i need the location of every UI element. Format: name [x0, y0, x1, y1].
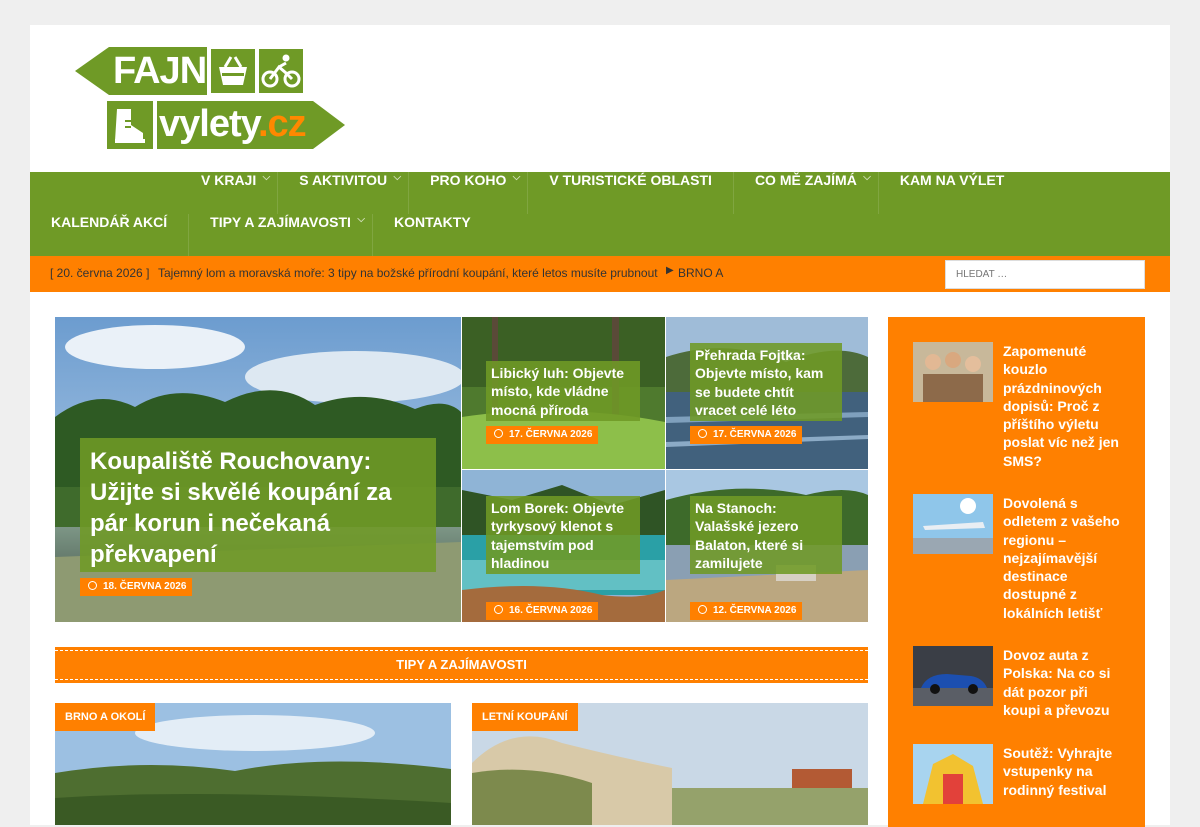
- nav-item-kam-na-vylet[interactable]: KAM NA VÝLET: [879, 172, 1025, 214]
- nav-item-co-me-zajima[interactable]: CO MĚ ZAJÍMÁ ⌵: [734, 172, 879, 214]
- clock-icon: [494, 429, 503, 438]
- nav-label: KALENDÁŘ AKCÍ: [51, 214, 168, 230]
- section-title[interactable]: TIPY A ZAJÍMAVOSTI: [55, 647, 868, 683]
- article-card-2[interactable]: LETNÍ KOUPÁNÍ: [472, 703, 868, 825]
- date-text: 16. ČERVNA 2026: [509, 605, 593, 616]
- sidebar-article-2[interactable]: Dovolená s odletem z vašeho regionu – ne…: [913, 494, 1128, 624]
- chevron-down-icon: ⌵: [512, 172, 521, 183]
- featured-tile-1[interactable]: Libický luh: Objevte místo, kde vládne m…: [462, 317, 665, 469]
- category-badge[interactable]: BRNO A OKOLÍ: [55, 703, 156, 731]
- nav-label: KAM NA VÝLET: [899, 172, 1005, 188]
- category-badge[interactable]: LETNÍ KOUPÁNÍ: [472, 703, 578, 731]
- featured-tile-3-date: 16. ČERVNA 2026: [486, 602, 598, 620]
- featured-main-date: 18. ČERVNA 2026: [80, 578, 192, 596]
- ticker-next[interactable]: BRNO A: [678, 266, 723, 280]
- featured-tile-3-title[interactable]: Lom Borek: Objevte tyrkysový klenot s ta…: [486, 496, 640, 574]
- site-logo[interactable]: FAJN vylety.cz: [75, 47, 347, 151]
- nav-item-pro-koho[interactable]: PRO KOHO ⌵: [409, 172, 529, 214]
- nav-row-1: V KRAJI ⌵ S AKTIVITOU ⌵ PRO KOHO ⌵ V TURIST…: [180, 172, 1025, 214]
- clock-icon: [88, 581, 97, 590]
- sidebar-thumb-4[interactable]: [913, 744, 993, 804]
- ticker-headline[interactable]: Tajemný lom a moravská moře: 3 tipy na b…: [158, 266, 658, 280]
- nav-item-s-aktivitou[interactable]: S AKTIVITOU ⌵: [278, 172, 410, 214]
- nav-label: V TURISTICKÉ OBLASTI: [549, 172, 712, 188]
- logo-line1: FAJN: [113, 50, 207, 92]
- sidebar-article-1[interactable]: Zapomenuté kouzlo prázdninových dopisů: …: [913, 342, 1128, 472]
- ticker-date: [ 20. června 2026 ]: [50, 266, 150, 280]
- sidebar-title-2[interactable]: Dovolená s odletem z vašeho regionu – ne…: [1003, 494, 1128, 622]
- sidebar-thumb-3[interactable]: [913, 646, 993, 706]
- featured-tile-4[interactable]: Na Stanoch: Valašské jezero Balaton, kte…: [666, 470, 868, 622]
- nav-item-kontakty[interactable]: KONTAKTY: [373, 214, 492, 256]
- date-text: 17. ČERVNA 2026: [713, 429, 797, 440]
- featured-tile-3[interactable]: Lom Borek: Objevte tyrkysový klenot s ta…: [462, 470, 665, 622]
- news-ticker: [ 20. června 2026 ] Tajemný lom a moravs…: [30, 256, 1170, 292]
- article-card-1[interactable]: BRNO A OKOLÍ: [55, 703, 451, 825]
- featured-tile-1-title[interactable]: Libický luh: Objevte místo, kde vládne m…: [486, 361, 640, 421]
- site-header: FAJN vylety.cz: [30, 25, 1170, 172]
- sidebar-title-4[interactable]: Soutěž: Vyhrajte vstupenky na rodinný fe…: [1003, 744, 1128, 799]
- logo-bottom-row: vylety.cz: [107, 101, 347, 149]
- featured-tile-2[interactable]: Přehrada Fojtka: Objevte místo, kam se b…: [666, 317, 868, 469]
- nav-row-2: KALENDÁŘ AKCÍ TIPY A ZAJÍMAVOSTI ⌵ KONTAK…: [30, 214, 492, 256]
- featured-tile-2-title[interactable]: Přehrada Fojtka: Objevte místo, kam se b…: [690, 343, 842, 421]
- featured-tile-4-title[interactable]: Na Stanoch: Valašské jezero Balaton, kte…: [690, 496, 842, 574]
- nav-item-kalendar-akci[interactable]: KALENDÁŘ AKCÍ: [30, 214, 190, 256]
- logo-arrow-left: [75, 47, 109, 95]
- nav-label: V KRAJI: [201, 172, 257, 188]
- featured-tile-1-date: 17. ČERVNA 2026: [486, 426, 598, 444]
- logo-line2-tld: .cz: [257, 103, 307, 145]
- chevron-down-icon: ⌵: [863, 172, 871, 183]
- nav-label: S AKTIVITOU: [299, 172, 388, 188]
- chevron-down-icon: ⌵: [393, 172, 402, 183]
- section-header: TIPY A ZAJÍMAVOSTI: [55, 647, 868, 683]
- sidebar-article-3[interactable]: Dovoz auta z Polska: Na co si dát pozor …: [913, 646, 1128, 726]
- featured-main[interactable]: Koupaliště Rouchovany: Užijte si skvělé …: [55, 317, 461, 622]
- triangle-right-icon: ▶: [666, 265, 674, 276]
- featured-main-title[interactable]: Koupaliště Rouchovany: Užijte si skvělé …: [80, 438, 436, 572]
- clock-icon: [494, 605, 503, 614]
- clock-icon: [698, 429, 707, 438]
- logo-line2-main: vylety: [159, 103, 259, 145]
- sidebar-title-1[interactable]: Zapomenuté kouzlo prázdninových dopisů: …: [1003, 342, 1128, 470]
- boot-icon: [107, 101, 153, 149]
- nav-item-tipy-a-zajimavosti[interactable]: TIPY A ZAJÍMAVOSTI ⌵: [189, 214, 373, 256]
- cyclist-icon: [259, 49, 303, 93]
- main-navigation: V KRAJI ⌵ S AKTIVITOU ⌵ PRO KOHO ⌵ V TURIST…: [30, 172, 1170, 256]
- sidebar-title-3[interactable]: Dovoz auta z Polska: Na co si dát pozor …: [1003, 646, 1128, 719]
- nav-label: CO MĚ ZAJÍMÁ: [754, 172, 857, 188]
- nav-item-v-kraji[interactable]: V KRAJI ⌵: [180, 172, 279, 214]
- date-text: 12. ČERVNA 2026: [713, 605, 797, 616]
- nav-label: KONTAKTY: [393, 214, 471, 230]
- logo-top-row: FAJN: [75, 47, 313, 95]
- featured-tile-2-date: 17. ČERVNA 2026: [690, 426, 802, 444]
- sidebar-article-4[interactable]: Soutěž: Vyhrajte vstupenky na rodinný fe…: [913, 744, 1128, 824]
- page-container: FAJN vylety.cz V KRAJI ⌵ S AKTIVITOU ⌵ P…: [30, 25, 1170, 827]
- logo-arrow-right: [313, 101, 345, 149]
- nav-item-v-turisticke-oblasti[interactable]: V TURISTICKÉ OBLASTI: [528, 172, 734, 214]
- sidebar-thumb-1[interactable]: [913, 342, 993, 402]
- nav-label: TIPY A ZAJÍMAVOSTI: [210, 214, 351, 230]
- chevron-down-icon: ⌵: [357, 214, 365, 225]
- basket-icon: [211, 49, 255, 93]
- sidebar-thumb-2[interactable]: [913, 494, 993, 554]
- date-text: 17. ČERVNA 2026: [509, 429, 593, 440]
- search-input[interactable]: [945, 260, 1145, 289]
- clock-icon: [698, 605, 707, 614]
- sidebar-widget: Zapomenuté kouzlo prázdninových dopisů: …: [888, 317, 1145, 827]
- chevron-down-icon: ⌵: [262, 172, 271, 183]
- nav-label: PRO KOHO: [430, 172, 507, 188]
- featured-tile-4-date: 12. ČERVNA 2026: [690, 602, 802, 620]
- logo-line2: vylety.cz: [159, 103, 307, 146]
- date-text: 18. ČERVNA 2026: [103, 581, 187, 592]
